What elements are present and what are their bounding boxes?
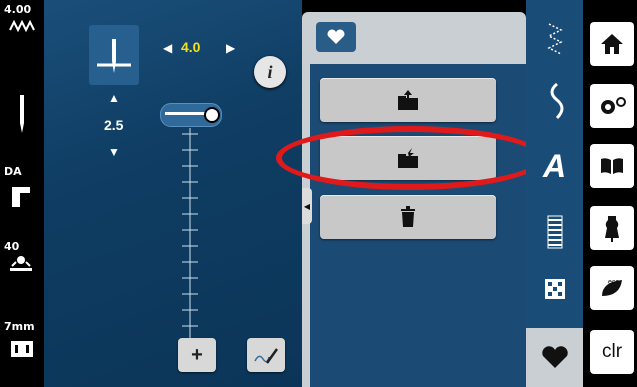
add-button[interactable]: + xyxy=(178,338,216,372)
length-slider-handle[interactable] xyxy=(204,107,220,123)
stitch-edit-button[interactable] xyxy=(247,338,285,372)
length-value: 2.5 xyxy=(104,117,124,133)
decorative-stitch-icon xyxy=(550,82,563,120)
width-decrease-arrow[interactable]: ◀ xyxy=(163,41,172,55)
stitch-length-readout: 7mm xyxy=(4,320,35,333)
width-value: 4.0 xyxy=(181,39,201,55)
presser-foot-readout: DA xyxy=(4,165,22,178)
tab-buttonholes[interactable] xyxy=(526,214,583,255)
length-decrease-arrow[interactable]: ▼ xyxy=(108,145,120,159)
tab-personal-memory[interactable] xyxy=(526,328,583,387)
trash-icon xyxy=(401,206,415,227)
save-to-memory-button[interactable] xyxy=(320,78,496,122)
eco-leaf-icon: eco xyxy=(602,279,622,296)
pencil-stitch-icon xyxy=(254,348,279,364)
svg-text:eco: eco xyxy=(608,279,619,286)
stitch-width-readout: 4.00 xyxy=(4,3,32,16)
tutorial-button[interactable] xyxy=(590,144,634,188)
quilt-pattern-icon xyxy=(544,279,565,299)
buttonhole-stitch-icon xyxy=(547,215,562,249)
collapse-arrow-icon: ◀ xyxy=(303,201,311,211)
favorites-tab[interactable] xyxy=(316,22,356,52)
home-icon xyxy=(601,34,623,54)
presser-foot-icon xyxy=(12,187,30,207)
needle-position-icon xyxy=(97,39,131,73)
delete-button[interactable] xyxy=(320,195,496,239)
setup-button[interactable] xyxy=(590,84,634,128)
sewing-consultant-button[interactable] xyxy=(590,206,634,250)
panel-collapse-handle[interactable]: ◀ xyxy=(302,188,312,224)
eco-mode-button[interactable]: eco xyxy=(590,266,634,310)
info-icon: i xyxy=(267,61,273,82)
tab-alphabets[interactable]: A xyxy=(526,148,583,185)
highlight-annotation xyxy=(276,126,544,190)
length-ruler xyxy=(182,128,198,340)
zigzag-stitch-icon xyxy=(546,23,563,55)
info-button[interactable]: i xyxy=(254,56,286,88)
stitch-pattern-icon xyxy=(9,19,35,33)
tension-icon xyxy=(10,256,32,271)
plus-icon: + xyxy=(191,343,203,366)
folder-upload-icon xyxy=(398,90,418,110)
book-icon xyxy=(601,158,623,174)
status-column: 4.00 DA 40 7mm xyxy=(0,0,44,387)
tab-decorative-stitches[interactable] xyxy=(526,82,583,127)
needle-icon xyxy=(20,95,24,133)
length-increase-arrow[interactable]: ▲ xyxy=(108,91,120,105)
tab-practical-stitches[interactable] xyxy=(526,22,583,63)
home-button[interactable] xyxy=(590,22,634,66)
heart-icon xyxy=(327,29,345,44)
tab-quilt-stitches[interactable] xyxy=(526,278,583,305)
width-increase-arrow[interactable]: ▶ xyxy=(226,41,235,55)
clear-button[interactable]: clr xyxy=(590,330,634,374)
settings-gears-icon xyxy=(601,97,626,114)
stitch-width-icon-box xyxy=(89,25,139,85)
heart-memory-icon xyxy=(541,345,568,368)
buttonhole-icon xyxy=(11,341,33,357)
dress-form-icon xyxy=(605,216,619,242)
tension-readout: 40 xyxy=(4,240,20,253)
